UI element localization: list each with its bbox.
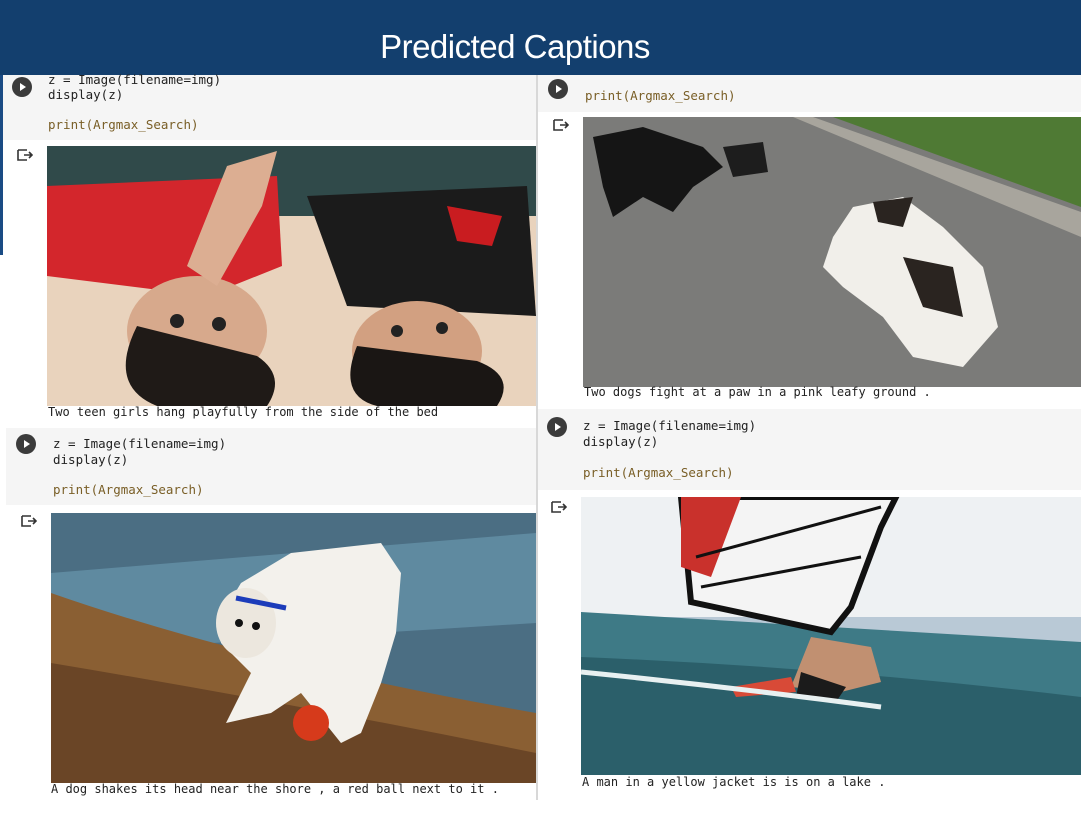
code-line-1: z = Image(filename=img) (583, 418, 757, 433)
output-arrow-icon (551, 500, 567, 514)
code-cell-1[interactable]: z = Image(filename=img) display(z) print… (3, 72, 536, 140)
code-line-print: print(Argmax_Search) (585, 88, 736, 103)
output-caption-3: A dog shakes its head near the shore , a… (51, 782, 499, 796)
code-cell-3[interactable]: z = Image(filename=img) display(z) print… (6, 428, 536, 505)
cell-divider (536, 75, 538, 800)
code-line-1: z = Image(filename=img) (53, 436, 227, 451)
code-line-2: display(z) (583, 434, 659, 449)
output-caption-4: A man in a yellow jacket is is on a lake… (582, 775, 886, 789)
output-image-girls (47, 146, 536, 406)
code-cell-4[interactable]: z = Image(filename=img) display(z) print… (538, 409, 1081, 490)
output-arrow-icon (21, 514, 37, 528)
title-bar: Predicted Captions (0, 0, 1081, 75)
output-image-dog-shore (51, 513, 536, 783)
code-line-2: display(z) (48, 87, 124, 102)
notebook-cell-4: z = Image(filename=img) display(z) print… (538, 409, 1081, 799)
output-caption-1: Two teen girls hang playfully from the s… (48, 405, 439, 419)
play-circle-icon[interactable] (547, 417, 567, 437)
slide-title: Predicted Captions (380, 28, 650, 65)
play-circle-icon[interactable] (16, 434, 36, 454)
code-line-2: display(z) (53, 452, 129, 467)
code-line-4: print(Argmax_Search) (53, 482, 204, 497)
code-cell-2[interactable]: print(Argmax_Search) (538, 75, 1081, 112)
output-arrow-icon (553, 118, 569, 132)
notebook-cell-1: z = Image(filename=img) display(z) print… (3, 72, 536, 425)
code-line-4: print(Argmax_Search) (583, 465, 734, 480)
output-image-dogs (583, 117, 1081, 387)
play-circle-icon[interactable] (12, 77, 32, 97)
output-arrow-icon (17, 148, 33, 162)
notebook-cell-3: z = Image(filename=img) display(z) print… (6, 428, 536, 802)
code-line-4: print(Argmax_Search) (48, 117, 199, 132)
play-circle-icon[interactable] (548, 79, 568, 99)
code-line-1: z = Image(filename=img) (48, 72, 222, 87)
output-caption-2: Two dogs fight at a paw in a pink leafy … (584, 385, 931, 399)
output-image-windsurfer (581, 497, 1081, 775)
notebook-cell-2: print(Argmax_Search) Two dogs fight at a… (538, 75, 1081, 405)
